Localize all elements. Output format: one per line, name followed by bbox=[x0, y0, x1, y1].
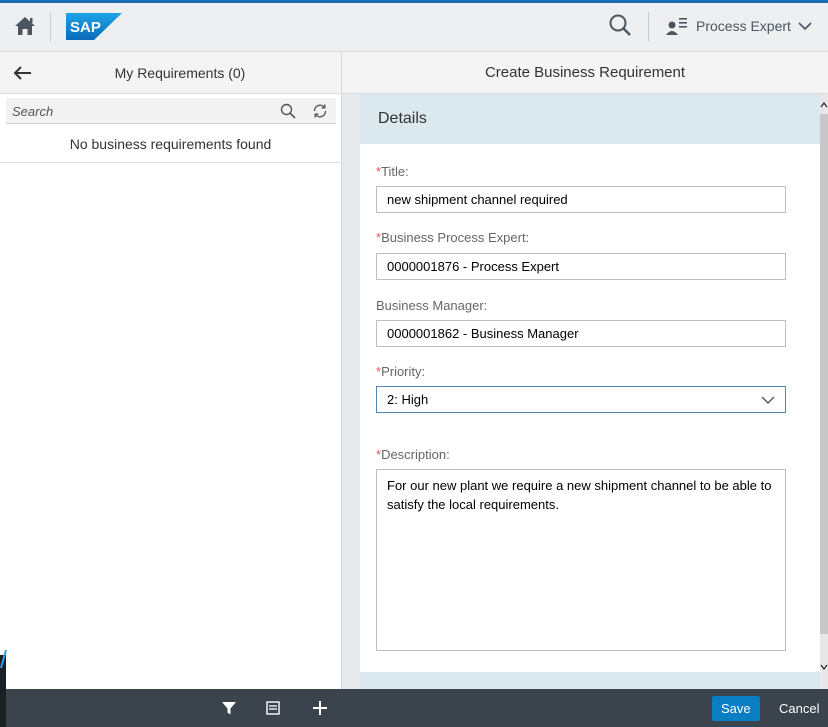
sap-logo-text: SAP bbox=[70, 19, 101, 36]
scrollbar[interactable] bbox=[820, 94, 828, 689]
title-input[interactable]: new shipment channel required bbox=[376, 186, 786, 213]
manager-label: Business Manager: bbox=[376, 298, 488, 313]
footer-toolbar: Save Cancel bbox=[6, 689, 828, 727]
detail-pane: Create Business Requirement Details *Tit… bbox=[342, 52, 828, 689]
details-section: Details *Title: new shipment channel req… bbox=[360, 94, 820, 689]
user-icon bbox=[666, 18, 687, 35]
title-label: *Title: bbox=[376, 164, 409, 179]
search-input[interactable] bbox=[6, 98, 278, 124]
scrollbar-thumb[interactable] bbox=[820, 114, 828, 634]
search-icon[interactable] bbox=[607, 12, 633, 38]
shell-top-accent bbox=[0, 0, 828, 3]
user-menu[interactable]: Process Expert bbox=[665, 16, 813, 36]
priority-value: 2: High bbox=[387, 392, 429, 407]
search-icon[interactable] bbox=[280, 103, 296, 119]
expert-input[interactable]: 0000001876 - Process Expert bbox=[376, 253, 786, 280]
group-icon[interactable] bbox=[264, 699, 282, 717]
sap-logo[interactable]: SAP bbox=[66, 13, 122, 40]
user-label: Process Expert bbox=[696, 18, 791, 34]
detail-title: Create Business Requirement bbox=[484, 64, 686, 81]
filter-icon[interactable] bbox=[220, 699, 238, 717]
description-textarea[interactable]: For our new plant we require a new shipm… bbox=[376, 469, 786, 651]
search-bar bbox=[6, 98, 336, 124]
scroll-up-icon[interactable] bbox=[820, 100, 828, 110]
home-icon[interactable] bbox=[14, 15, 36, 37]
master-pane: My Requirements (0) No business requirem… bbox=[0, 52, 342, 689]
chevron-down-icon bbox=[798, 22, 812, 31]
shell-bar: SAP Process Expert bbox=[0, 0, 828, 52]
scroll-down-icon[interactable] bbox=[820, 662, 828, 672]
master-header: My Requirements (0) bbox=[0, 52, 341, 94]
expert-label: *Business Process Expert: bbox=[376, 230, 530, 245]
details-form: *Title: new shipment channel required *B… bbox=[360, 144, 820, 672]
priority-label: *Priority: bbox=[376, 364, 426, 379]
master-title: My Requirements (0) bbox=[114, 65, 246, 81]
window-edge-accent bbox=[0, 650, 7, 669]
save-button[interactable]: Save bbox=[712, 696, 760, 721]
refresh-icon[interactable] bbox=[312, 103, 328, 119]
section-title: Details bbox=[378, 110, 427, 127]
header-divider bbox=[648, 12, 649, 42]
header-divider bbox=[50, 12, 51, 42]
chevron-down-icon bbox=[761, 396, 775, 404]
cancel-button[interactable]: Cancel bbox=[779, 696, 819, 721]
no-data-text: No business requirements found bbox=[0, 126, 341, 163]
detail-header: Create Business Requirement bbox=[342, 52, 828, 94]
add-icon[interactable] bbox=[311, 699, 329, 717]
description-label: *Description: bbox=[376, 447, 450, 462]
back-arrow-icon[interactable] bbox=[12, 65, 32, 81]
priority-select[interactable]: 2: High bbox=[376, 386, 786, 413]
manager-input[interactable]: 0000001862 - Business Manager bbox=[376, 320, 786, 347]
